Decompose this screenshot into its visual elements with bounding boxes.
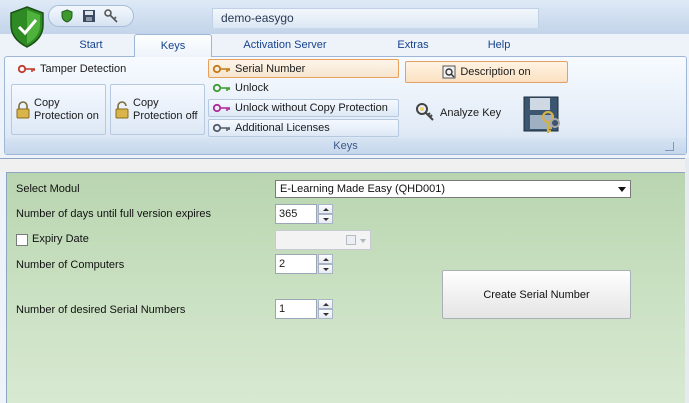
title-bar: demo-easygo xyxy=(0,0,689,34)
computers-increment-button[interactable] xyxy=(318,254,333,264)
select-modul-label: Select Modul xyxy=(16,183,80,195)
key-disk-button[interactable] xyxy=(517,93,567,137)
date-dropdown-icon xyxy=(360,239,366,243)
unlock-without-copy-protection-button[interactable]: Unlock without Copy Protection xyxy=(208,99,399,117)
gray-key-icon xyxy=(213,123,230,133)
content-header-strip xyxy=(0,158,689,172)
disk-key-icon xyxy=(523,96,560,133)
app-menu-shield-icon[interactable] xyxy=(8,5,46,49)
save-icon[interactable] xyxy=(81,8,97,24)
create-serial-number-button[interactable]: Create Serial Number xyxy=(442,270,631,319)
green-key-icon xyxy=(213,83,230,93)
select-modul-dropdown[interactable]: E-Learning Made Easy (QHD001) xyxy=(275,180,631,198)
ribbon-tabs: Start Keys Activation Server Extras Help xyxy=(0,34,689,57)
copy-protection-on-button[interactable]: Copy Protection on xyxy=(11,84,106,135)
expiry-date-picker[interactable] xyxy=(275,230,371,250)
red-key-icon xyxy=(18,64,35,74)
days-input[interactable]: 365 xyxy=(275,204,317,224)
select-modul-value: E-Learning Made Easy (QHD001) xyxy=(280,183,446,195)
serials-label: Number of desired Serial Numbers xyxy=(16,304,186,316)
copy-protection-on-line2: Protection on xyxy=(34,109,99,122)
expiry-date-checkbox[interactable] xyxy=(16,234,28,246)
copy-protection-off-button[interactable]: Copy Protection off xyxy=(110,84,205,135)
copy-protection-on-line1: Copy xyxy=(34,96,60,109)
magenta-key-icon xyxy=(213,103,230,113)
ribbon-group-label: Keys xyxy=(5,138,686,154)
lock-closed-icon xyxy=(16,100,30,118)
app-window: demo-easygo Start Keys Activation Server… xyxy=(0,0,689,403)
additional-licenses-button[interactable]: Additional Licenses xyxy=(208,119,399,137)
serial-form-panel: Select Modul E-Learning Made Easy (QHD00… xyxy=(6,172,689,403)
tamper-detection-label: Tamper Detection xyxy=(40,63,127,75)
computers-decrement-button[interactable] xyxy=(318,264,333,274)
tab-help[interactable]: Help xyxy=(476,34,522,56)
expiry-date-label: Expiry Date xyxy=(32,233,89,245)
description-on-button[interactable]: Description on xyxy=(405,61,568,83)
lock-open-icon xyxy=(115,100,129,118)
serial-number-label: Serial Number xyxy=(235,62,306,75)
serials-increment-button[interactable] xyxy=(318,299,333,309)
key-tools-icon[interactable] xyxy=(103,8,119,24)
unlock-button[interactable]: Unlock xyxy=(208,79,399,97)
copy-protection-off-line2: Protection off xyxy=(133,109,198,122)
serials-input[interactable]: 1 xyxy=(275,299,317,319)
unlock-without-copy-label: Unlock without Copy Protection xyxy=(235,102,388,114)
days-stepper[interactable]: 365 xyxy=(275,204,333,224)
analyze-key-button[interactable]: Analyze Key xyxy=(409,93,511,133)
copy-protection-off-line1: Copy xyxy=(133,96,159,109)
description-icon xyxy=(442,65,456,79)
tamper-detection-button[interactable]: Tamper Detection xyxy=(13,60,205,78)
analyze-key-label: Analyze Key xyxy=(440,107,502,119)
unlock-label: Unlock xyxy=(235,82,269,94)
tab-extras[interactable]: Extras xyxy=(386,34,440,56)
serial-number-button[interactable]: Serial Number xyxy=(208,59,399,78)
ribbon-panel: Tamper Detection Copy Protection on Copy… xyxy=(4,56,687,155)
additional-licenses-label: Additional Licenses xyxy=(235,122,330,134)
days-decrement-button[interactable] xyxy=(318,214,333,224)
computers-stepper[interactable]: 2 xyxy=(275,254,333,274)
dialog-launcher-icon[interactable] xyxy=(665,142,674,151)
serials-decrement-button[interactable] xyxy=(318,309,333,319)
description-on-label: Description on xyxy=(460,66,531,78)
chevron-down-icon xyxy=(618,187,626,192)
quick-access-toolbar xyxy=(48,5,134,27)
days-increment-button[interactable] xyxy=(318,204,333,214)
tab-activation-server[interactable]: Activation Server xyxy=(232,34,338,56)
computers-label: Number of Computers xyxy=(16,259,125,271)
window-right-edge xyxy=(685,158,689,403)
calendar-icon xyxy=(346,235,356,245)
days-label: Number of days until full version expire… xyxy=(16,208,212,220)
tab-keys[interactable]: Keys xyxy=(134,34,212,57)
shield-small-icon[interactable] xyxy=(59,8,75,24)
analyze-key-icon xyxy=(416,103,434,121)
window-title: demo-easygo xyxy=(212,8,539,28)
computers-input[interactable]: 2 xyxy=(275,254,317,274)
serials-stepper[interactable]: 1 xyxy=(275,299,333,319)
tab-start[interactable]: Start xyxy=(60,34,122,56)
orange-key-icon xyxy=(213,64,230,73)
